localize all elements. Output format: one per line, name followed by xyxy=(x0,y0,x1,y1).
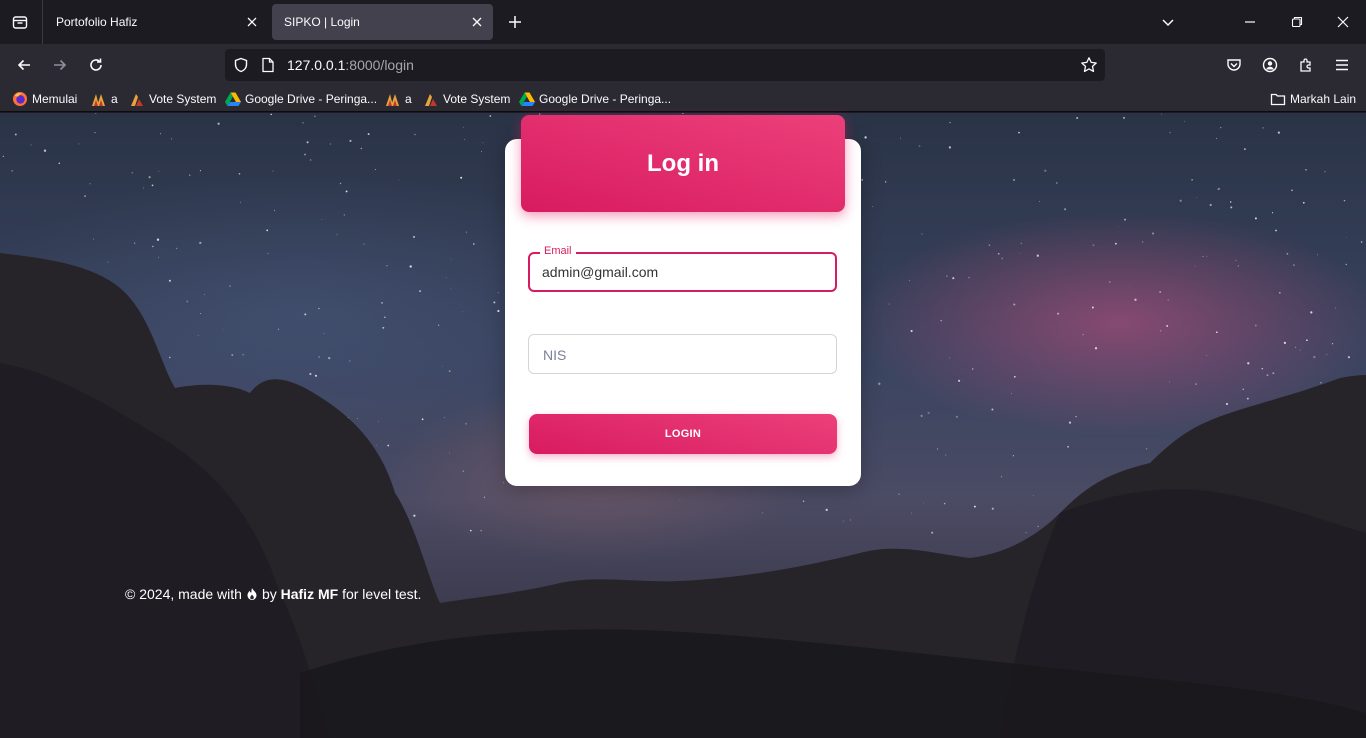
bookmark-label: Google Drive - Peringa... xyxy=(245,92,378,106)
url-host: 127.0.0.1 xyxy=(287,57,346,73)
extensions-icon[interactable] xyxy=(1294,53,1318,77)
google-drive-icon xyxy=(519,91,535,107)
forward-icon[interactable] xyxy=(48,53,72,77)
reload-icon[interactable] xyxy=(84,53,108,77)
footer-author[interactable]: Hafiz MF xyxy=(281,586,339,602)
bookmark-item[interactable]: Google Drive - Peringa... xyxy=(519,90,671,108)
close-tab-icon[interactable] xyxy=(244,14,260,30)
pocket-icon[interactable] xyxy=(1222,53,1246,77)
email-label: Email xyxy=(540,245,576,257)
other-bookmarks-label: Markah Lain xyxy=(1290,92,1357,106)
new-tab-icon[interactable] xyxy=(503,10,527,34)
bookmark-logo-icon xyxy=(385,91,401,107)
bookmark-item[interactable]: Vote System xyxy=(423,90,510,108)
bookmark-label: Vote System xyxy=(149,92,217,106)
bookmarks-toolbar: Memulai a Vote System Google Drive - Per… xyxy=(0,86,1366,112)
bookmark-label: Memulai xyxy=(32,92,78,106)
bookmark-label: Vote System xyxy=(443,92,511,106)
bookmark-label: a xyxy=(405,92,412,106)
tab-title: Portofolio Hafiz xyxy=(56,15,138,29)
fire-icon xyxy=(245,587,259,601)
other-bookmarks[interactable]: Markah Lain xyxy=(1270,90,1356,108)
footer-by: by xyxy=(261,586,277,602)
bookmark-logo-icon xyxy=(91,91,107,107)
vote-icon xyxy=(129,91,145,107)
footer: © 2024, made with by Hafiz MF for level … xyxy=(125,586,421,602)
email-value[interactable]: admin@gmail.com xyxy=(542,264,658,280)
footer-prefix: © 2024, made with xyxy=(125,586,242,602)
folder-icon xyxy=(1270,91,1286,107)
close-tab-icon[interactable] xyxy=(469,14,485,30)
tab-list-icon[interactable] xyxy=(8,10,32,34)
url-bar[interactable]: 127.0.0.1:8000/login xyxy=(225,49,1105,81)
bookmark-label: Google Drive - Peringa... xyxy=(539,92,672,106)
footer-suffix: for level test. xyxy=(342,586,422,602)
bookmark-label: a xyxy=(111,92,118,106)
restore-icon[interactable] xyxy=(1285,10,1309,34)
bookmark-item[interactable]: Vote System xyxy=(129,90,216,108)
tab-separator xyxy=(42,0,43,44)
page-title: Log in xyxy=(647,149,719,177)
tab-bar: Portofolio Hafiz SIPKO | Login xyxy=(0,0,1366,44)
tab-title: SIPKO | Login xyxy=(284,15,360,29)
google-drive-icon xyxy=(225,91,241,107)
bookmark-item[interactable]: a xyxy=(385,90,412,108)
login-header: Log in xyxy=(521,115,845,212)
menu-icon[interactable] xyxy=(1330,53,1354,77)
bookmark-item[interactable]: a xyxy=(91,90,118,108)
shield-icon[interactable] xyxy=(231,55,251,75)
navigation-toolbar: 127.0.0.1:8000/login xyxy=(0,44,1366,86)
url-path: :8000/login xyxy=(345,57,414,73)
nis-field[interactable]: NIS xyxy=(528,334,837,374)
tab-portofolio[interactable]: Portofolio Hafiz xyxy=(44,4,268,40)
close-window-icon[interactable] xyxy=(1331,10,1355,34)
vote-icon xyxy=(423,91,439,107)
email-field[interactable]: Email admin@gmail.com xyxy=(528,245,837,292)
minimize-icon[interactable] xyxy=(1238,10,1262,34)
login-button-label: LOGIN xyxy=(664,428,702,440)
bookmark-item[interactable]: Google Drive - Peringa... xyxy=(225,90,377,108)
star-bookmark-icon[interactable] xyxy=(1079,55,1099,75)
firefox-icon xyxy=(12,91,28,107)
account-icon[interactable] xyxy=(1258,53,1282,77)
page-icon[interactable] xyxy=(259,56,277,74)
url-text[interactable]: 127.0.0.1:8000/login xyxy=(287,57,414,73)
nis-placeholder[interactable]: NIS xyxy=(543,347,566,363)
login-button[interactable]: LOGIN xyxy=(529,414,837,454)
tab-sipko-login[interactable]: SIPKO | Login xyxy=(272,4,493,40)
bookmark-item[interactable]: Memulai xyxy=(12,90,77,108)
back-icon[interactable] xyxy=(12,53,36,77)
chevron-down-icon[interactable] xyxy=(1156,10,1180,34)
